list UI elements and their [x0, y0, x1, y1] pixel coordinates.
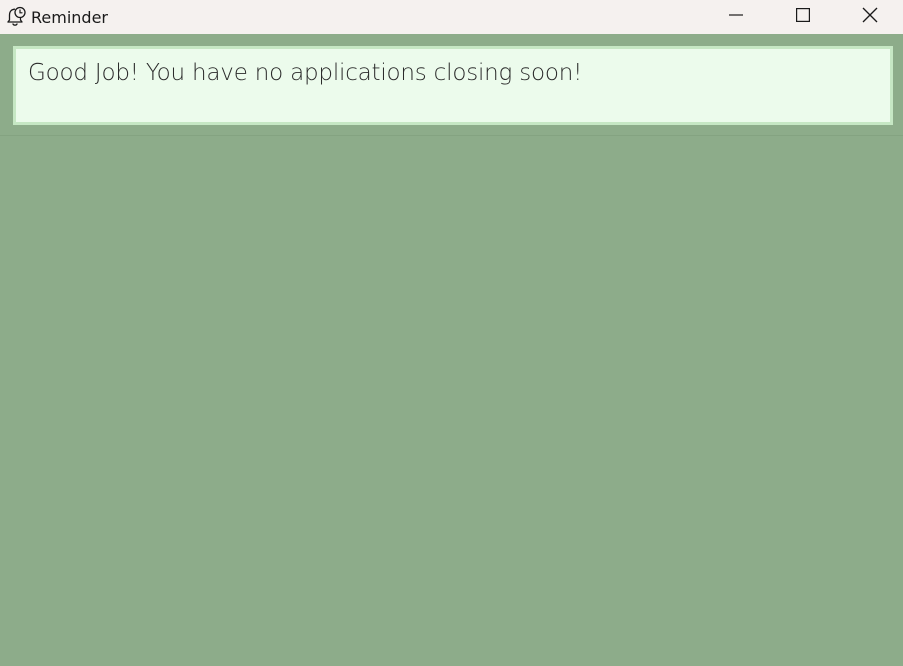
minimize-button[interactable]	[702, 0, 769, 34]
maximize-button[interactable]	[769, 0, 836, 34]
close-icon	[862, 7, 878, 28]
title-bar[interactable]: Reminder	[0, 0, 903, 34]
reminder-message-box: Good Job! You have no applications closi…	[13, 46, 893, 125]
window-controls	[702, 0, 903, 34]
reminder-message: Good Job! You have no applications closi…	[28, 60, 583, 86]
bell-clock-icon	[4, 5, 28, 29]
reminder-panel: Good Job! You have no applications closi…	[0, 34, 903, 136]
close-button[interactable]	[836, 0, 903, 34]
maximize-icon	[795, 7, 810, 27]
reminder-window: Reminder Good Job! You have no applicati…	[0, 0, 903, 666]
window-title: Reminder	[31, 7, 108, 27]
content-area: Good Job! You have no applications closi…	[0, 34, 903, 666]
minimize-icon	[728, 8, 743, 27]
